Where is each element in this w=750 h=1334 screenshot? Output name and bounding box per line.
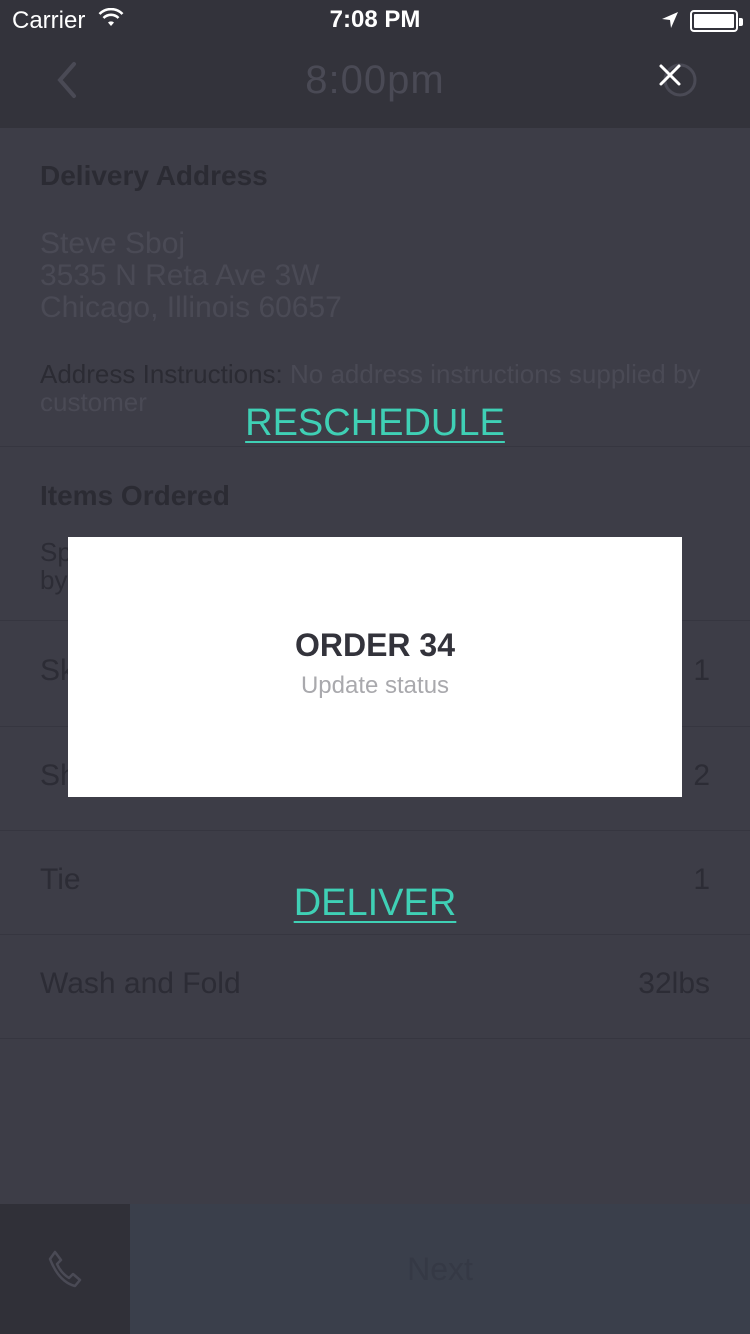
item-quantity: 32lbs (638, 967, 710, 1000)
delivery-address-heading: Delivery Address (40, 160, 268, 191)
nav-title: 8:00pm (305, 58, 445, 102)
order-status-modal: ORDER 34 Update status (68, 537, 682, 797)
call-button[interactable] (0, 1204, 130, 1334)
reschedule-button[interactable]: RESCHEDULE (0, 402, 750, 445)
battery-icon (690, 10, 743, 32)
nav-bar: 8:00pm (0, 40, 750, 128)
instructions-label: Address Instructions: (40, 359, 283, 389)
close-icon[interactable] (657, 62, 683, 93)
item-quantity: 2 (693, 759, 710, 792)
phone-icon (48, 1250, 82, 1288)
modal-title: ORDER 34 (294, 627, 456, 663)
special-instructions-line2: by (40, 565, 68, 595)
items-ordered-heading: Items Ordered (40, 480, 230, 511)
reschedule-label: RESCHEDULE (245, 402, 505, 444)
customer-name: Steve Sboj (40, 227, 186, 260)
deliver-label: DELIVER (293, 882, 457, 924)
next-button[interactable]: Next (130, 1204, 750, 1334)
status-time: 7:08 PM (329, 6, 421, 33)
item-name: Wash and Fold (40, 967, 241, 1000)
list-item: Wash and Fold 32lbs (0, 935, 750, 1039)
location-arrow-icon (660, 10, 680, 35)
street-address: 3535 N Reta Ave 3W (40, 259, 320, 292)
item-quantity: 1 (693, 654, 710, 687)
modal-subtitle: Update status (300, 672, 450, 699)
footer-bar: Next (0, 1204, 750, 1334)
city-address: Chicago, Illinois 60657 (40, 291, 342, 324)
deliver-button[interactable]: DELIVER (0, 882, 750, 925)
divider (0, 1038, 750, 1039)
status-bar: Carrier 7:08 PM (0, 0, 750, 40)
divider (0, 446, 750, 447)
